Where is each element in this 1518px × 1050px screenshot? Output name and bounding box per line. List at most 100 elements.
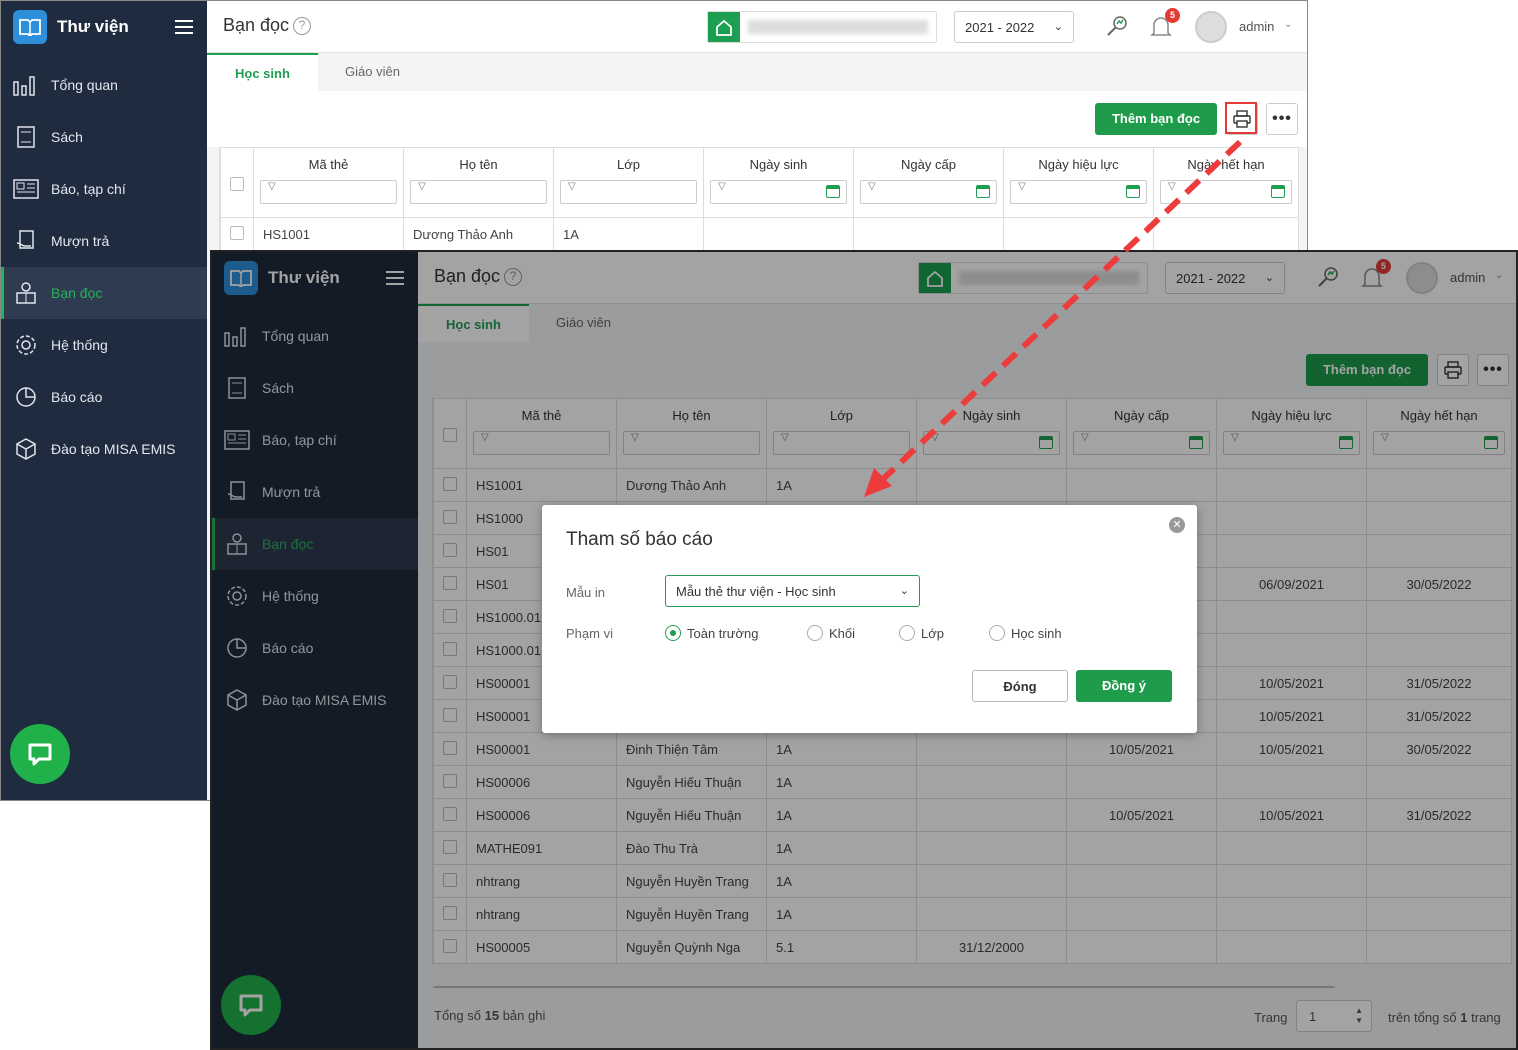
user-name[interactable]: admin xyxy=(1239,19,1274,34)
table-cell xyxy=(1153,217,1299,251)
app-title: Thư viện xyxy=(57,17,129,36)
radio-label: Toàn trường xyxy=(687,625,759,641)
library-logo-icon xyxy=(13,10,47,44)
column-title: Họ tên xyxy=(459,157,498,172)
column-header-ngay-cap[interactable]: Ngày cấp ▽ xyxy=(853,147,1004,218)
sidebar-item-he-thong[interactable]: Hệ thống xyxy=(1,319,207,371)
filter-input[interactable]: ▽ xyxy=(1160,180,1292,204)
column-header-ngay-sinh[interactable]: Ngày sinh ▽ xyxy=(703,147,854,218)
sidebar-item-dao-tao[interactable]: Đào tạo MISA EMIS xyxy=(1,423,207,475)
filter-icon: ▽ xyxy=(718,181,726,192)
column-title: Ngày hiệu lực xyxy=(1038,157,1119,172)
school-year-select[interactable]: 2021 - 2022 ⌄ xyxy=(954,11,1074,43)
filter-input[interactable]: ▽ xyxy=(710,180,847,204)
school-selector[interactable] xyxy=(707,11,937,43)
column-title: Ngày sinh xyxy=(749,157,808,172)
reader-icon xyxy=(13,280,39,306)
radio-unselected[interactable] xyxy=(899,625,915,641)
template-label: Mẫu in xyxy=(566,585,606,600)
column-title: Mã thẻ xyxy=(308,157,349,172)
radio-unselected[interactable] xyxy=(807,625,823,641)
select-all-checkbox[interactable] xyxy=(230,177,244,191)
book-icon xyxy=(13,124,39,150)
filter-icon: ▽ xyxy=(568,181,576,192)
home-icon xyxy=(708,12,740,42)
bar-chart-icon xyxy=(13,72,39,98)
column-header-ngay-hieu-luc[interactable]: Ngày hiệu lực ▽ xyxy=(1003,147,1154,218)
confirm-button[interactable]: Đồng ý xyxy=(1076,670,1172,702)
sidebar-item-tong-quan[interactable]: Tổng quan xyxy=(1,59,207,111)
tab-giao-vien[interactable]: Giáo viên xyxy=(317,53,428,91)
chevron-down-icon: ⌄ xyxy=(899,585,909,597)
filter-icon: ▽ xyxy=(1018,181,1026,192)
sidebar-item-ban-doc[interactable]: Bạn đọc xyxy=(1,267,207,319)
template-select[interactable]: Mẫu thẻ thư viện - Học sinh ⌄ xyxy=(665,575,920,607)
select-all-header xyxy=(220,147,254,218)
sidebar-item-label: Báo, tạp chí xyxy=(51,181,126,197)
filter-input[interactable]: ▽ xyxy=(560,180,697,204)
sidebar-item-sach[interactable]: Sách xyxy=(1,111,207,163)
add-reader-button[interactable]: Thêm bạn đọc xyxy=(1095,103,1217,135)
sidebar-nav: Tổng quan Sách Báo, tạp chí Mượn trả Bạn… xyxy=(1,59,207,475)
more-icon: ••• xyxy=(1272,110,1292,127)
column-header-ho-ten[interactable]: Họ tên ▽ xyxy=(403,147,554,218)
sidebar-item-bao-cao[interactable]: Báo cáo xyxy=(1,371,207,423)
column-title: Ngày cấp xyxy=(901,157,956,172)
calendar-icon[interactable] xyxy=(1271,185,1285,198)
scope-option-khoi[interactable]: Khối xyxy=(807,625,855,641)
table-row[interactable]: HS1001 Dương Thảo Anh 1A xyxy=(220,217,1299,251)
filter-input[interactable]: ▽ xyxy=(860,180,997,204)
sidebar-item-label: Bạn đọc xyxy=(51,285,103,301)
tab-bar: Học sinh Giáo viên xyxy=(207,53,1307,91)
more-button[interactable]: ••• xyxy=(1266,103,1298,135)
menu-toggle-icon[interactable] xyxy=(175,20,193,34)
radio-label: Lớp xyxy=(921,625,944,641)
avatar[interactable] xyxy=(1195,11,1227,43)
filter-icon: ▽ xyxy=(1168,181,1176,192)
column-title: Ngày hết hạn xyxy=(1187,157,1265,172)
table-cell: HS1001 xyxy=(253,217,404,251)
column-header-lop[interactable]: Lớp ▽ xyxy=(553,147,704,218)
reader-table: Mã thẻ ▽ Họ tên ▽ Lớp ▽ Ngày sinh ▽ Ngày cấp… xyxy=(219,147,1299,251)
header: Bạn đọc ? 2021 - 2022 ⌄ 5 admin ⌄ xyxy=(207,1,1307,53)
radio-unselected[interactable] xyxy=(989,625,1005,641)
chevron-down-icon[interactable]: ⌄ xyxy=(1284,19,1292,30)
calendar-icon[interactable] xyxy=(1126,185,1140,198)
sidebar: Thư viện Tổng quan Sách Báo, tạp chí Mượ… xyxy=(1,1,207,800)
search-pin-icon[interactable] xyxy=(1105,14,1129,41)
cancel-button[interactable]: Đóng xyxy=(972,670,1068,702)
sidebar-item-bao-tap-chi[interactable]: Báo, tạp chí xyxy=(1,163,207,215)
sidebar-item-label: Hệ thống xyxy=(51,337,108,353)
scope-option-hoc-sinh[interactable]: Học sinh xyxy=(989,625,1062,641)
app-logo[interactable]: Thư viện xyxy=(1,1,207,53)
chat-button[interactable] xyxy=(10,724,70,784)
sidebar-item-label: Sách xyxy=(51,129,83,145)
table-cell xyxy=(703,217,854,251)
column-header-ma-the[interactable]: Mã thẻ ▽ xyxy=(253,147,404,218)
radio-label: Học sinh xyxy=(1011,625,1062,641)
filter-icon: ▽ xyxy=(868,181,876,192)
chevron-down-icon: ⌄ xyxy=(1053,21,1063,33)
column-header-ngay-het-han[interactable]: Ngày hết hạn ▽ xyxy=(1153,147,1299,218)
sidebar-item-label: Đào tạo MISA EMIS xyxy=(51,441,176,457)
school-year-value: 2021 - 2022 xyxy=(965,20,1035,35)
filter-input[interactable]: ▽ xyxy=(260,180,397,204)
close-icon[interactable]: ✕ xyxy=(1169,517,1185,533)
scope-option-toan-truong[interactable]: Toàn trường xyxy=(665,625,758,641)
calendar-icon[interactable] xyxy=(826,185,840,198)
table-cell xyxy=(853,217,1004,251)
row-checkbox[interactable] xyxy=(230,225,244,240)
tab-hoc-sinh[interactable]: Học sinh xyxy=(207,53,318,91)
sidebar-item-muon-tra[interactable]: Mượn trả xyxy=(1,215,207,267)
table-cell: Dương Thảo Anh xyxy=(403,217,554,251)
chat-bubble-icon xyxy=(28,743,52,766)
calendar-icon[interactable] xyxy=(976,185,990,198)
filter-icon: ▽ xyxy=(418,181,426,192)
filter-input[interactable]: ▽ xyxy=(410,180,547,204)
scope-option-lop[interactable]: Lớp xyxy=(899,625,944,641)
help-icon[interactable]: ? xyxy=(293,17,311,35)
dialog-title: Tham số báo cáo xyxy=(566,529,713,550)
filter-input[interactable]: ▽ xyxy=(1010,180,1147,204)
radio-selected[interactable] xyxy=(665,625,681,641)
filter-icon: ▽ xyxy=(268,181,276,192)
